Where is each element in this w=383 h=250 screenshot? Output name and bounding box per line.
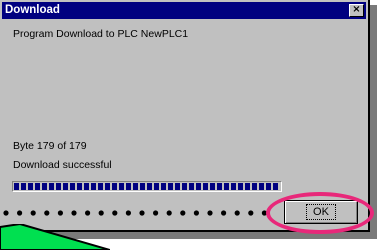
- close-button[interactable]: ×: [349, 4, 364, 17]
- annotation-dot: [17, 210, 23, 216]
- annotation-dot: [166, 210, 172, 216]
- window-title: Download: [5, 4, 60, 16]
- annotation-dotted-line: [3, 210, 267, 216]
- annotation-dot: [85, 210, 91, 216]
- annotation-highlight-ellipse: [266, 192, 374, 234]
- download-heading: Program Download to PLC NewPLC1: [13, 28, 189, 40]
- green-callout-shape: [0, 224, 110, 250]
- title-bar[interactable]: Download ×: [2, 2, 366, 19]
- annotation-dot: [3, 210, 9, 216]
- annotation-dot: [30, 210, 36, 216]
- annotation-green-callout: [0, 224, 110, 250]
- annotation-dot: [153, 210, 159, 216]
- annotation-dot: [193, 210, 199, 216]
- annotation-dot: [248, 210, 254, 216]
- annotation-dot: [125, 210, 131, 216]
- annotation-dot: [207, 210, 213, 216]
- annotation-dot: [112, 210, 118, 216]
- annotation-dot: [71, 210, 77, 216]
- annotation-dot: [221, 210, 227, 216]
- close-icon: ×: [352, 4, 361, 15]
- annotation-dot: [98, 210, 104, 216]
- annotation-dot: [180, 210, 186, 216]
- annotation-dot: [234, 210, 240, 216]
- screenshot-stage: Download × Program Download to PLC NewPL…: [0, 0, 383, 250]
- progress-bar: [12, 181, 282, 192]
- annotation-dot: [57, 210, 64, 216]
- byte-status: Byte 179 of 179: [13, 140, 87, 152]
- annotation-dot: [139, 210, 145, 216]
- progress-fill: [14, 183, 280, 190]
- annotation-dot: [44, 210, 50, 216]
- annotation-dots: [3, 210, 267, 216]
- download-result: Download successful: [13, 159, 112, 171]
